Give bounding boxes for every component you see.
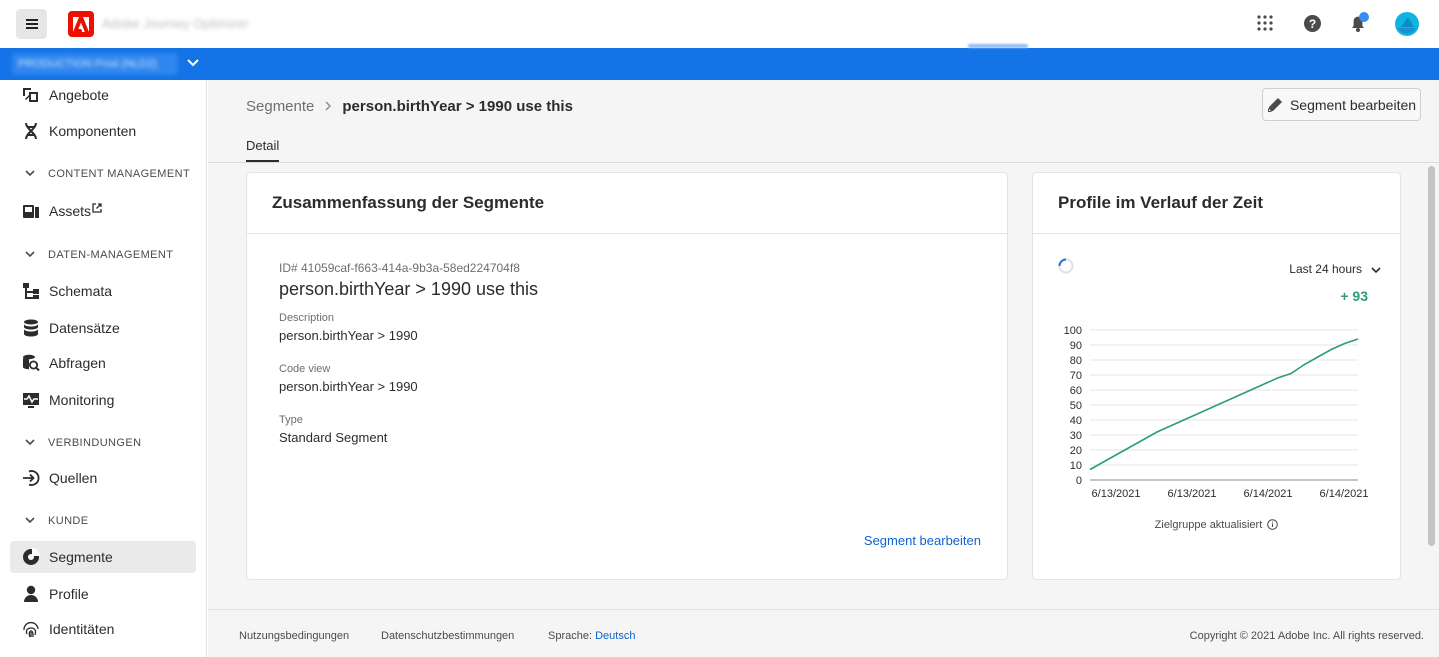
sidebar-item-quellen[interactable]: Quellen: [10, 462, 196, 494]
sidebar-item-segmente[interactable]: Segmente: [10, 541, 196, 573]
sidebar-item-schemata[interactable]: Schemata: [10, 275, 196, 307]
y-tick-label: 90: [1070, 340, 1082, 352]
sidebar-item-abfragen[interactable]: Abfragen: [10, 347, 196, 379]
code-view-value: person.birthYear > 1990: [279, 379, 418, 394]
sidebar-item-datensaetze[interactable]: Datensätze: [10, 312, 196, 344]
summary-card: Zusammenfassung der Segmente ID# 41059ca…: [246, 172, 1008, 580]
y-tick-label: 0: [1076, 475, 1082, 487]
help-icon[interactable]: ?: [1301, 12, 1323, 34]
decorative-blur: [968, 44, 1028, 48]
tab-detail[interactable]: Detail: [246, 138, 280, 162]
y-tick-label: 70: [1070, 370, 1082, 382]
external-link-icon: [92, 200, 102, 216]
x-tick-label: 6/13/2021: [1092, 488, 1141, 498]
edit-segment-link[interactable]: Segment bearbeiten: [864, 533, 981, 548]
info-icon[interactable]: [1267, 519, 1279, 533]
copyright: Copyright © 2021 Adobe Inc. All rights r…: [1189, 630, 1424, 642]
chevron-down-icon[interactable]: [1370, 263, 1382, 281]
language-label: Sprache:: [548, 630, 593, 642]
code-view-label: Code view: [279, 363, 331, 375]
sidebar-item-angebote[interactable]: Angebote: [10, 80, 196, 111]
x-tick-label: 6/13/2021: [1168, 488, 1217, 498]
offers-icon: [21, 85, 41, 105]
loading-spinner-icon: [1058, 258, 1074, 279]
y-tick-label: 40: [1070, 415, 1082, 427]
terms-link[interactable]: Nutzungsbedingungen: [239, 630, 349, 642]
org-selector[interactable]: PRODUCTION Prod (NLD2): [12, 53, 178, 75]
section-daten-management[interactable]: DATEN-MANAGEMENT: [24, 245, 173, 265]
y-tick-label: 80: [1070, 355, 1082, 367]
description-label: Description: [279, 312, 335, 324]
y-tick-label: 60: [1070, 385, 1082, 397]
notifications-bell-icon[interactable]: [1348, 12, 1370, 34]
sidebar-item-monitoring[interactable]: Monitoring: [10, 384, 196, 416]
org-bar: PRODUCTION Prod (NLD2): [0, 48, 1439, 80]
y-tick-label: 100: [1064, 325, 1082, 337]
sidebar-item-komponenten[interactable]: Komponenten: [10, 115, 196, 147]
profiles-line-chart: 0 10 20 30 40 50 60 70 80 90 100 6/13/2021 6/13/2021…: [1064, 325, 1369, 498]
summary-title: Zusammenfassung der Segmente: [247, 173, 1007, 234]
breadcrumb-segmente[interactable]: Segmente: [246, 98, 314, 115]
tab-list: Detail: [246, 138, 280, 162]
apps-grid-icon[interactable]: [1254, 12, 1276, 34]
y-tick-label: 50: [1070, 400, 1082, 412]
section-content-management[interactable]: CONTENT MANAGEMENT: [24, 164, 190, 184]
database-icon: [21, 318, 41, 338]
footer: Nutzungsbedingungen Datenschutzbestimmun…: [208, 609, 1439, 657]
tab-divider: [208, 162, 1439, 163]
type-label: Type: [279, 414, 303, 426]
sidebar-item-assets[interactable]: Assets: [10, 195, 196, 227]
x-tick-label: 6/14/2021: [1320, 488, 1369, 498]
privacy-link[interactable]: Datenschutzbestimmungen: [381, 630, 514, 642]
sidebar-item-identitaeten[interactable]: Identitäten: [10, 613, 196, 645]
profiles-title: Profile im Verlauf der Zeit: [1033, 173, 1400, 234]
chart-caption: Zielgruppe aktualisiert: [1154, 519, 1263, 531]
section-verbindungen[interactable]: VERBINDUNGEN: [24, 433, 141, 453]
avatar[interactable]: [1395, 12, 1419, 36]
pencil-icon: [1267, 97, 1282, 112]
schema-icon: [21, 281, 41, 301]
x-tick-label: 6/14/2021: [1244, 488, 1293, 498]
profile-icon: [21, 584, 41, 604]
main-content: Segmente person.birthYear > 1990 use thi…: [208, 80, 1439, 657]
chevron-down-icon: [24, 248, 36, 263]
type-value: Standard Segment: [279, 430, 388, 445]
breadcrumb: Segmente person.birthYear > 1990 use thi…: [246, 98, 573, 115]
chevron-right-icon: [324, 98, 332, 115]
chevron-down-icon: [24, 167, 36, 182]
profile-delta: + 93: [1340, 288, 1368, 304]
description-value: person.birthYear > 1990: [279, 328, 418, 343]
section-kunde[interactable]: KUNDE: [24, 511, 89, 531]
svg-text:?: ?: [1308, 16, 1315, 30]
components-icon: [21, 121, 41, 141]
monitoring-icon: [21, 390, 41, 410]
time-range-select[interactable]: Last 24 hours: [1289, 262, 1362, 276]
fingerprint-icon: [21, 619, 41, 639]
assets-icon: [21, 201, 41, 221]
chevron-down-icon: [24, 436, 36, 451]
segments-icon: [21, 547, 41, 567]
breadcrumb-current: person.birthYear > 1990 use this: [342, 98, 573, 115]
segment-name: person.birthYear > 1990 use this: [279, 279, 539, 299]
top-bar: Adobe Journey Optimizer ?: [0, 0, 1439, 48]
query-icon: [21, 353, 41, 373]
y-tick-label: 20: [1070, 445, 1082, 457]
sidebar-item-profile[interactable]: Profile: [10, 578, 196, 610]
segment-id: ID# 41059caf-f663-414a-9b3a-58ed224704f8: [279, 261, 520, 275]
main-scrollbar[interactable]: [1428, 166, 1435, 546]
chevron-down-icon[interactable]: [186, 56, 200, 75]
edit-segment-button[interactable]: Segment bearbeiten: [1262, 88, 1421, 121]
chevron-down-icon: [24, 514, 36, 529]
adobe-logo-icon[interactable]: [68, 11, 94, 37]
y-tick-label: 10: [1070, 460, 1082, 472]
language-link[interactable]: Deutsch: [595, 630, 635, 642]
y-tick-label: 30: [1070, 430, 1082, 442]
sources-icon: [21, 468, 41, 488]
app-title: Adobe Journey Optimizer: [102, 16, 249, 31]
sidebar: Angebote Komponenten CONTENT MANAGEMENT …: [0, 80, 207, 657]
menu-button[interactable]: [16, 9, 47, 39]
hamburger-icon: [25, 23, 38, 25]
profiles-card: Profile im Verlauf der Zeit Last 24 hour…: [1032, 172, 1401, 580]
